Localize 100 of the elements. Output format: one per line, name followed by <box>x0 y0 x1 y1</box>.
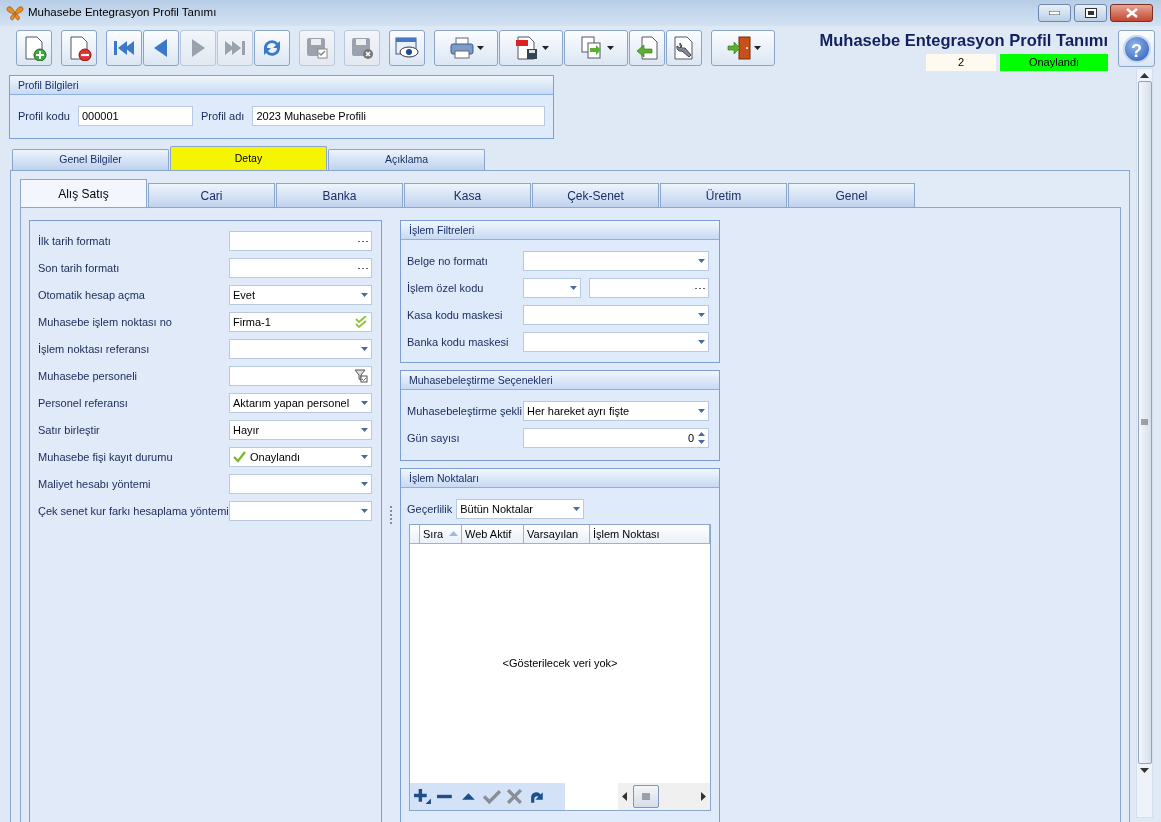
field-label: Otomatik hesap açma <box>38 287 146 303</box>
column-header[interactable]: Varsayılan <box>524 524 590 543</box>
dropdown-arrow-icon <box>573 506 581 511</box>
group-header: Profil Bilgileri <box>10 76 553 95</box>
dropdown-arrow-icon <box>361 401 368 405</box>
cancel-icon <box>506 788 523 805</box>
ellipsis-icon <box>358 239 368 243</box>
field-label: Çek senet kur farkı hesaplama yöntemi <box>38 503 229 519</box>
tab[interactable]: Genel Bilgiler <box>12 149 169 170</box>
dropdown-arrow-icon <box>361 293 368 297</box>
tab[interactable]: Kasa <box>404 183 531 207</box>
text-field[interactable]: Firma-1 <box>229 312 372 332</box>
text-field[interactable] <box>229 258 372 278</box>
field-label: Muhasebeleştirme şekli <box>407 404 523 420</box>
text-field[interactable] <box>229 231 372 251</box>
column-header[interactable]: Web Aktif <box>462 524 524 543</box>
field-label: İlk tarih formatı <box>38 233 112 249</box>
wrench-document-button[interactable] <box>666 30 702 66</box>
delete-document-button[interactable] <box>61 30 97 66</box>
tab[interactable]: Banka <box>276 183 403 207</box>
close-button[interactable] <box>1110 4 1153 22</box>
dropdown-arrow-icon <box>570 286 577 290</box>
field-label: Muhasebe işlem noktası no <box>38 314 173 330</box>
ellipsis-icon <box>695 286 705 290</box>
close-icon <box>1125 8 1138 18</box>
add-icon <box>414 787 431 804</box>
import-document-button[interactable] <box>629 30 665 66</box>
scrollbar-thumb[interactable] <box>1137 81 1152 764</box>
check-icon <box>233 451 246 463</box>
column-header[interactable]: Sıra <box>420 524 462 543</box>
save-close-icon <box>349 35 375 61</box>
caret-icon <box>541 46 549 50</box>
checkmark-icon <box>483 789 501 804</box>
text-field[interactable] <box>229 366 372 386</box>
field-label: Muhasebe personeli <box>38 368 139 384</box>
add-button[interactable] <box>414 787 432 805</box>
text-field[interactable]: 2023 Muhasebe Profili <box>252 106 545 126</box>
tab[interactable]: Üretim <box>660 183 787 207</box>
scrollbar-thumb[interactable] <box>633 784 659 808</box>
up-arrow-icon <box>462 793 475 800</box>
scroll-left-icon[interactable] <box>622 791 627 801</box>
tab[interactable]: Genel <box>788 183 915 207</box>
dropdown-arrow-icon <box>361 347 368 351</box>
exit-door-button[interactable] <box>711 30 775 66</box>
dropdown[interactable]: Hayır <box>229 420 372 440</box>
field-label: Kasa kodu maskesi <box>407 307 504 323</box>
tab[interactable]: Alış Satış <box>20 179 147 207</box>
preview-eye-button[interactable] <box>389 30 425 66</box>
tab[interactable]: Çek-Senet <box>532 183 659 207</box>
dropdown[interactable]: Aktarım yapan personel <box>229 393 372 413</box>
status-badge: Onaylandı <box>1000 54 1108 71</box>
group-header: Muhasebeleştirme Seçenekleri <box>401 371 719 391</box>
tab[interactable]: Detay <box>170 146 327 170</box>
refresh-button[interactable] <box>254 30 290 66</box>
preview-eye-icon <box>394 35 420 61</box>
import-document-icon <box>634 35 660 61</box>
redo-icon <box>531 792 543 803</box>
dropdown[interactable]: Bütün Noktalar <box>456 498 585 519</box>
filter-check-icon <box>354 369 368 383</box>
scroll-right-icon[interactable] <box>701 791 706 801</box>
minimize-button[interactable] <box>1038 4 1071 22</box>
field-label: Son tarih formatı <box>38 260 121 276</box>
dropdown-arrow-icon <box>361 428 368 432</box>
caret-icon <box>753 46 761 50</box>
vertical-scrollbar[interactable] <box>1136 68 1153 818</box>
field-label: İşlem özel kodu <box>407 280 485 296</box>
pdf-save-button[interactable] <box>499 30 563 66</box>
printer-button[interactable] <box>434 30 498 66</box>
scroll-down-icon[interactable] <box>1140 768 1149 773</box>
new-document-button[interactable] <box>16 30 52 66</box>
app-icon <box>6 5 24 21</box>
caret-icon <box>476 46 484 50</box>
previous-record-button[interactable] <box>143 30 179 66</box>
dropdown-arrow-icon <box>361 455 368 459</box>
dropdown[interactable]: Evet <box>229 285 372 305</box>
dropdown[interactable]: Her hareket ayrı fişte <box>523 401 709 422</box>
dropdown-arrow-icon <box>698 340 705 344</box>
caret-icon <box>606 46 614 50</box>
empty-message: <Gösterilecek veri yok> <box>502 656 618 672</box>
text-field[interactable] <box>589 278 709 298</box>
double-check-icon <box>355 316 368 328</box>
restore-icon <box>1084 8 1097 18</box>
maximize-button[interactable] <box>1074 4 1107 22</box>
text-field[interactable]: 000001 <box>78 106 193 126</box>
first-record-button[interactable] <box>106 30 142 66</box>
dropdown[interactable]: Onaylandı <box>229 447 372 467</box>
tab[interactable]: Cari <box>148 183 275 207</box>
field-label: Belge no formatı <box>407 253 489 269</box>
field-label: Muhasebe fişi kayıt durumu <box>38 449 174 465</box>
spin-arrows-icon <box>698 432 705 445</box>
field-label: Geçerlilik <box>407 501 453 517</box>
field-label: Profil adı <box>200 108 245 124</box>
number-field[interactable]: 0 <box>523 428 709 449</box>
group-header: İşlem Filtreleri <box>401 221 719 240</box>
tab[interactable]: Açıklama <box>328 149 485 170</box>
pdf-save-icon <box>513 35 540 61</box>
dropdown-arrow-icon <box>698 313 705 317</box>
dropdown-arrow-icon <box>361 482 368 486</box>
column-header[interactable]: İşlem Noktası <box>590 524 710 543</box>
scroll-up-icon[interactable] <box>1140 73 1149 78</box>
